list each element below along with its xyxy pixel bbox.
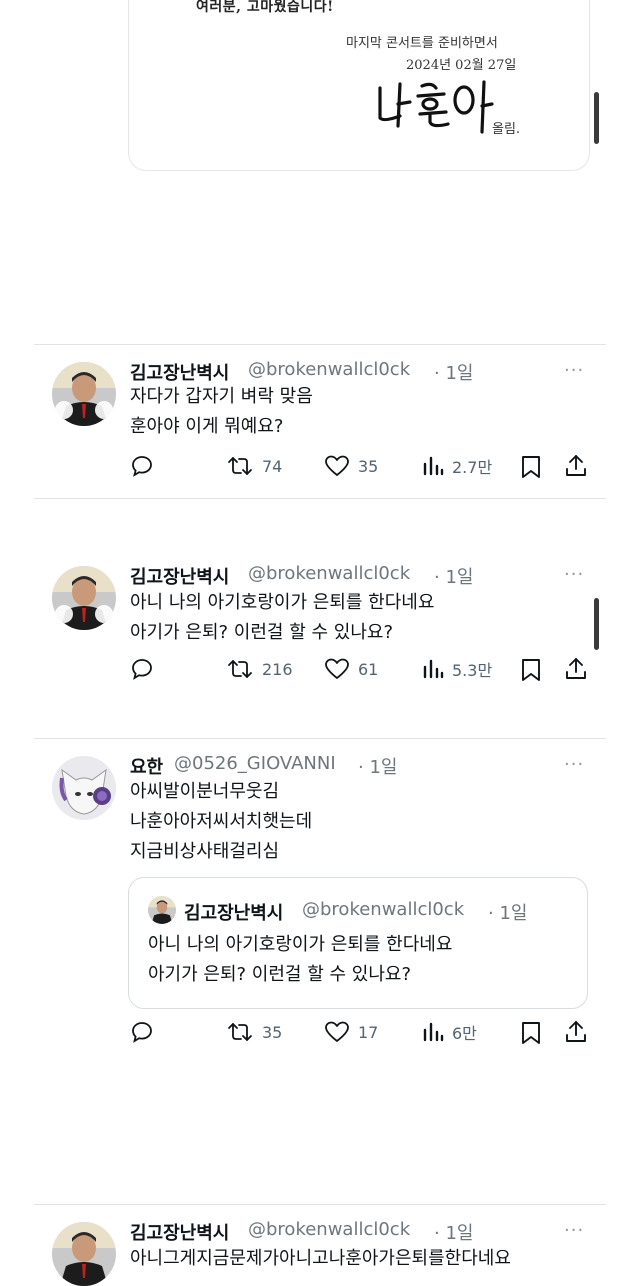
share-icon	[566, 1021, 586, 1042]
like-button[interactable]: 35	[324, 454, 378, 478]
tweet-text-line: 아씨발이분너무웃김	[130, 781, 280, 802]
like-button[interactable]: 61	[324, 657, 378, 681]
bookmark-icon	[522, 1022, 540, 1044]
tweet-text-line: 지금비상사태걸리심	[130, 841, 280, 862]
more-options-icon[interactable]: ···	[564, 1220, 584, 1241]
views-button[interactable]: 2.7만	[422, 454, 492, 478]
retweet-count: 35	[262, 1022, 283, 1042]
analytics-icon	[423, 659, 444, 679]
bookmark-button[interactable]	[520, 454, 542, 480]
retweet-icon	[228, 457, 252, 475]
like-button[interactable]: 17	[324, 1020, 378, 1044]
more-options-icon[interactable]: ···	[564, 564, 584, 585]
avatar[interactable]	[52, 1222, 116, 1286]
like-count: 35	[358, 456, 379, 476]
share-button[interactable]	[564, 1019, 588, 1045]
letter-sign-suffix: 올림.	[492, 122, 521, 137]
quoted-display-name: 김고장난벽시	[184, 903, 284, 924]
letter-date: 2024년 02월 27일	[406, 58, 517, 73]
heart-icon	[325, 658, 349, 679]
tweet-text-line: 자다가 갑자기 벼락 맞음	[130, 386, 313, 407]
divider	[34, 344, 606, 345]
scrollbar-thumb[interactable]	[594, 598, 599, 650]
share-button[interactable]	[564, 453, 588, 479]
retweet-button[interactable]: 216	[226, 657, 293, 681]
letter-image-card[interactable]	[128, 0, 590, 171]
reply-button[interactable]	[130, 454, 154, 478]
avatar[interactable]	[52, 756, 116, 820]
view-count: 5.3만	[452, 661, 493, 680]
like-count: 61	[358, 659, 379, 679]
letter-greeting: 여러분, 고마웠습니다!	[196, 0, 334, 15]
reply-icon	[132, 456, 152, 477]
divider	[34, 738, 606, 739]
handle[interactable]: @0526_GIOVANNI	[174, 753, 336, 774]
avatar[interactable]	[52, 566, 116, 630]
share-button[interactable]	[564, 656, 588, 682]
tweet-text-line: 아기가 은퇴? 이런걸 할 수 있나요?	[130, 622, 393, 643]
retweet-icon	[228, 660, 252, 678]
timestamp[interactable]: · 1일	[434, 563, 473, 589]
tweet-text-line: 훈아야 이게 뭐예요?	[130, 416, 284, 437]
reply-icon	[132, 1022, 152, 1043]
analytics-icon	[423, 456, 444, 476]
reply-button[interactable]	[130, 1020, 154, 1044]
quoted-text-line: 아니 나의 아기호랑이가 은퇴를 한다네요	[148, 934, 453, 955]
display-name[interactable]: 김고장난벽시	[130, 1219, 229, 1245]
letter-line-preparing: 마지막 콘서트를 준비하면서	[346, 36, 498, 51]
like-count: 17	[358, 1022, 379, 1042]
views-button[interactable]: 6만	[422, 1020, 477, 1044]
bookmark-icon	[522, 456, 540, 478]
analytics-icon	[423, 1022, 444, 1042]
divider	[34, 1204, 606, 1205]
retweet-button[interactable]: 74	[226, 454, 282, 478]
share-icon	[566, 455, 586, 476]
share-icon	[566, 658, 586, 679]
tweet-text-line: 아니그게지금문제가아니고나훈아가은퇴를한다네요	[130, 1248, 511, 1269]
more-options-icon[interactable]: ···	[564, 360, 584, 381]
more-options-icon[interactable]: ···	[564, 754, 584, 775]
view-count: 6만	[452, 1024, 477, 1043]
timestamp[interactable]: · 1일	[434, 1219, 473, 1245]
retweet-icon	[228, 1023, 252, 1041]
display-name[interactable]: 김고장난벽시	[130, 563, 229, 589]
quoted-handle: @brokenwallcl0ck	[302, 899, 465, 920]
reply-button[interactable]	[130, 657, 154, 681]
display-name[interactable]: 요한	[130, 753, 163, 779]
retweet-button[interactable]: 35	[226, 1020, 282, 1044]
views-button[interactable]: 5.3만	[422, 657, 492, 681]
bookmark-button[interactable]	[520, 1020, 542, 1046]
quoted-avatar	[148, 896, 176, 924]
view-count: 2.7만	[452, 458, 493, 477]
quoted-timestamp: · 1일	[488, 903, 528, 924]
divider	[34, 498, 606, 499]
heart-icon	[325, 1021, 349, 1042]
handle[interactable]: @brokenwallcl0ck	[248, 563, 410, 584]
handle[interactable]: @brokenwallcl0ck	[248, 359, 410, 380]
heart-icon	[325, 455, 349, 476]
tweet-text-line: 나훈아아저씨서치햇는데	[130, 811, 313, 832]
quoted-text-line: 아기가 은퇴? 이런걸 할 수 있나요?	[148, 964, 411, 985]
bookmark-icon	[522, 659, 540, 681]
timestamp[interactable]: · 1일	[434, 359, 473, 385]
scrollbar-thumb[interactable]	[594, 92, 599, 144]
timestamp[interactable]: · 1일	[358, 753, 397, 779]
avatar[interactable]	[52, 362, 116, 426]
reply-icon	[132, 659, 152, 680]
handle[interactable]: @brokenwallcl0ck	[248, 1219, 410, 1240]
tweet-text-line: 아니 나의 아기호랑이가 은퇴를 한다네요	[130, 592, 435, 613]
bookmark-button[interactable]	[520, 657, 542, 683]
handwritten-signature	[378, 80, 494, 134]
retweet-count: 74	[262, 456, 283, 476]
retweet-count: 216	[262, 659, 293, 679]
